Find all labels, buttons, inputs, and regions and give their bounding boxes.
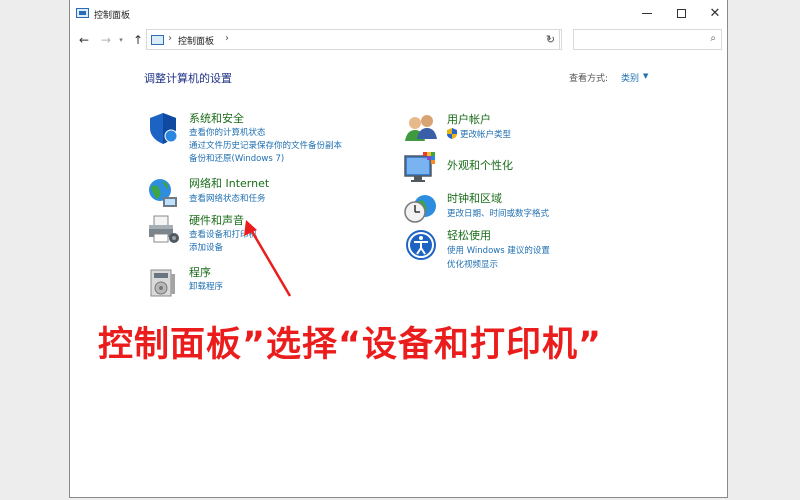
category-appearance: 外观和个性化 <box>403 150 633 186</box>
category-title[interactable]: 程序 <box>189 264 211 280</box>
close-button[interactable]: ✕ <box>698 0 732 27</box>
shield-icon[interactable] <box>145 110 181 146</box>
category-title[interactable]: 用户帐户 <box>447 111 491 127</box>
link-optimize-display[interactable]: 优化视频显示 <box>447 258 498 270</box>
category-clock-region: 时钟和区域 更改日期、时间或数字格式 <box>403 190 633 224</box>
up-arrow-icon: ↑ <box>132 33 144 47</box>
monitor-palette-icon[interactable] <box>403 150 439 186</box>
page-title: 调整计算机的设置 <box>144 72 232 85</box>
annotation-arrow-icon <box>244 220 292 297</box>
category-network-internet: 网络和 Internet 查看网络状态和任务 <box>145 175 375 209</box>
recent-locations-button[interactable]: ▾ <box>116 31 126 49</box>
chevron-down-icon: ▾ <box>119 36 123 44</box>
control-panel-window: 控制面板 ✕ ← → ▾ ↑ › 控制面板 › ⌄ ↻ ⌕ 调整计算机的设置 查… <box>69 0 728 498</box>
programs-icon[interactable] <box>145 264 181 300</box>
chevron-down-icon[interactable]: ▼ <box>643 72 648 80</box>
uac-shield-icon <box>447 128 457 139</box>
link-file-history[interactable]: 通过文件历史记录保存你的文件备份副本 <box>189 139 342 151</box>
maximize-icon <box>676 9 686 18</box>
ease-of-access-icon[interactable] <box>403 227 439 263</box>
breadcrumb-chevron-icon[interactable]: › <box>225 33 229 44</box>
control-panel-icon <box>151 35 164 45</box>
minimize-icon <box>642 13 652 14</box>
printer-icon[interactable] <box>145 212 181 248</box>
category-title[interactable]: 系统和安全 <box>189 110 244 126</box>
link-uninstall-program[interactable]: 卸载程序 <box>189 280 223 292</box>
up-button[interactable]: ↑ <box>130 31 146 49</box>
breadcrumb-chevron-icon[interactable]: › <box>168 33 172 44</box>
navigation-bar: ← → ▾ ↑ › 控制面板 › ⌄ ↻ ⌕ <box>70 27 727 53</box>
category-ease-of-access: 轻松使用 使用 Windows 建议的设置 优化视频显示 <box>403 227 633 271</box>
view-by-label: 查看方式: <box>569 74 609 84</box>
globe-network-icon[interactable] <box>145 175 181 211</box>
minimize-button[interactable] <box>630 0 664 27</box>
category-title[interactable]: 时钟和区域 <box>447 190 502 206</box>
annotation-caption: 控制面板”选择“设备和打印机” <box>98 325 603 365</box>
link-change-account-type[interactable]: 更改帐户类型 <box>460 128 511 140</box>
close-icon: ✕ <box>709 6 721 21</box>
view-by-dropdown[interactable]: 类别 <box>621 71 639 84</box>
users-icon[interactable] <box>403 111 439 147</box>
link-backup-restore[interactable]: 备份和还原(Windows 7) <box>189 152 284 164</box>
forward-button[interactable]: → <box>98 31 114 49</box>
window-title: 控制面板 <box>94 11 131 21</box>
breadcrumb-control-panel[interactable]: 控制面板 <box>178 34 214 47</box>
back-button[interactable]: ← <box>76 31 92 49</box>
link-date-time-format[interactable]: 更改日期、时间或数字格式 <box>447 207 549 219</box>
category-title[interactable]: 硬件和声音 <box>189 212 244 228</box>
link-add-device[interactable]: 添加设备 <box>189 241 223 253</box>
back-arrow-icon: ← <box>78 33 90 47</box>
refresh-icon: ↻ <box>545 33 556 46</box>
refresh-button[interactable]: ↻ <box>540 29 562 50</box>
link-recommended-settings[interactable]: 使用 Windows 建议的设置 <box>447 244 550 256</box>
address-bar[interactable]: › 控制面板 › ⌄ <box>146 29 560 50</box>
link-network-status[interactable]: 查看网络状态和任务 <box>189 192 266 204</box>
category-user-accounts: 用户帐户 更改帐户类型 <box>403 111 633 145</box>
forward-arrow-icon: → <box>100 33 112 47</box>
category-title[interactable]: 外观和个性化 <box>447 157 513 173</box>
control-panel-icon <box>76 8 89 18</box>
category-system-security: 系统和安全 查看你的计算机状态 通过文件历史记录保存你的文件备份副本 备份和还原… <box>145 110 375 166</box>
search-input[interactable]: ⌕ <box>573 29 722 50</box>
category-title[interactable]: 轻松使用 <box>447 227 491 243</box>
maximize-button[interactable] <box>664 0 698 27</box>
title-bar[interactable]: 控制面板 ✕ <box>70 0 727 27</box>
clock-globe-icon[interactable] <box>403 190 439 226</box>
search-icon[interactable]: ⌕ <box>710 33 716 44</box>
category-title[interactable]: 网络和 Internet <box>189 175 269 191</box>
link-view-computer-status[interactable]: 查看你的计算机状态 <box>189 126 266 138</box>
